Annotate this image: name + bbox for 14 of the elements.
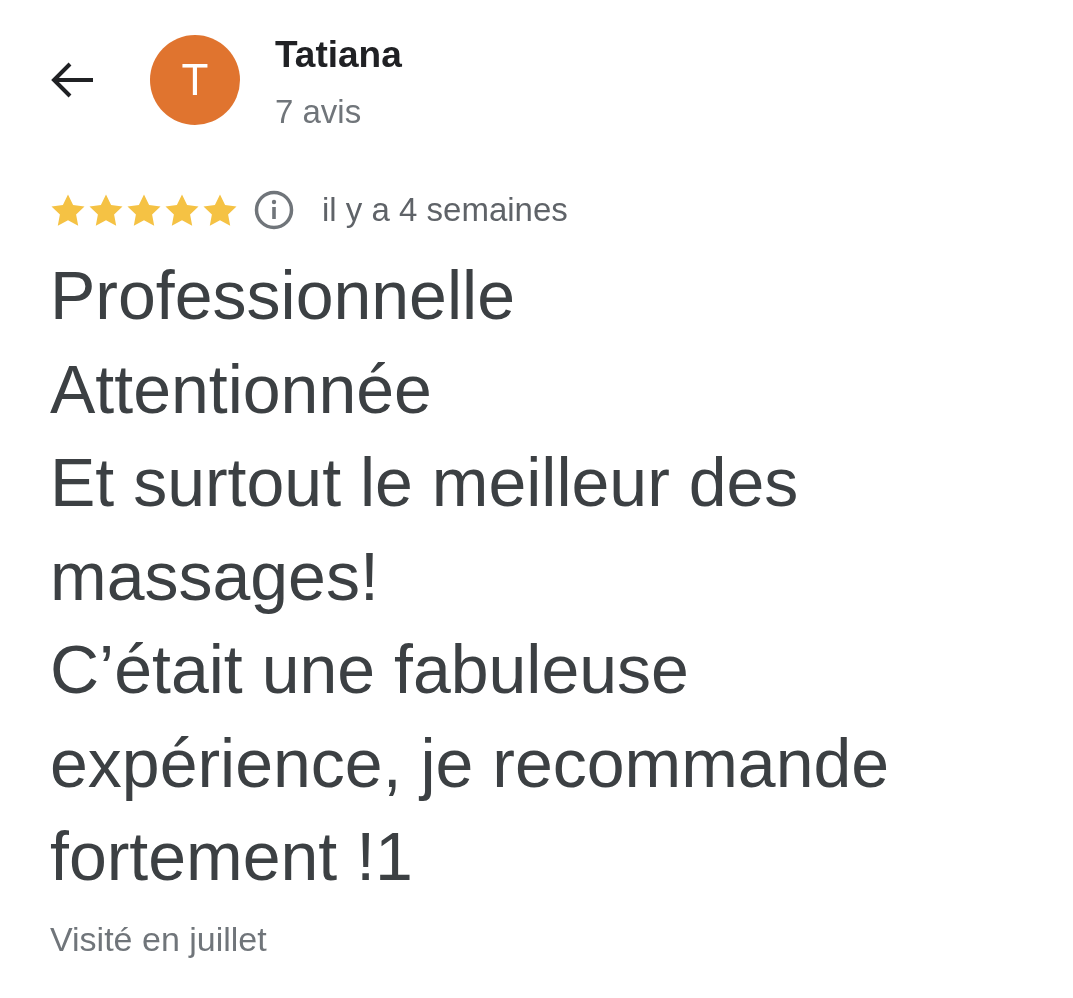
star-icon	[164, 192, 200, 228]
review-time: il y a 4 semaines	[322, 190, 568, 230]
avatar: T	[150, 35, 240, 125]
back-button[interactable]	[50, 60, 96, 100]
star-icon	[50, 192, 86, 228]
star-icon	[126, 192, 162, 228]
info-icon[interactable]	[254, 190, 294, 230]
reviewer-name: Tatiana	[275, 35, 402, 75]
star-icon	[88, 192, 124, 228]
visit-date: Visité en juillet	[50, 918, 267, 959]
review-text: Professionnelle Attentionnée Et surtout le meilleur des massages! C’était une fabuleuse expérience, je recommande fortement !1	[50, 256, 891, 896]
back-arrow-icon	[51, 62, 95, 98]
review-count: 7 avis	[275, 92, 362, 132]
star-icon	[202, 192, 238, 228]
